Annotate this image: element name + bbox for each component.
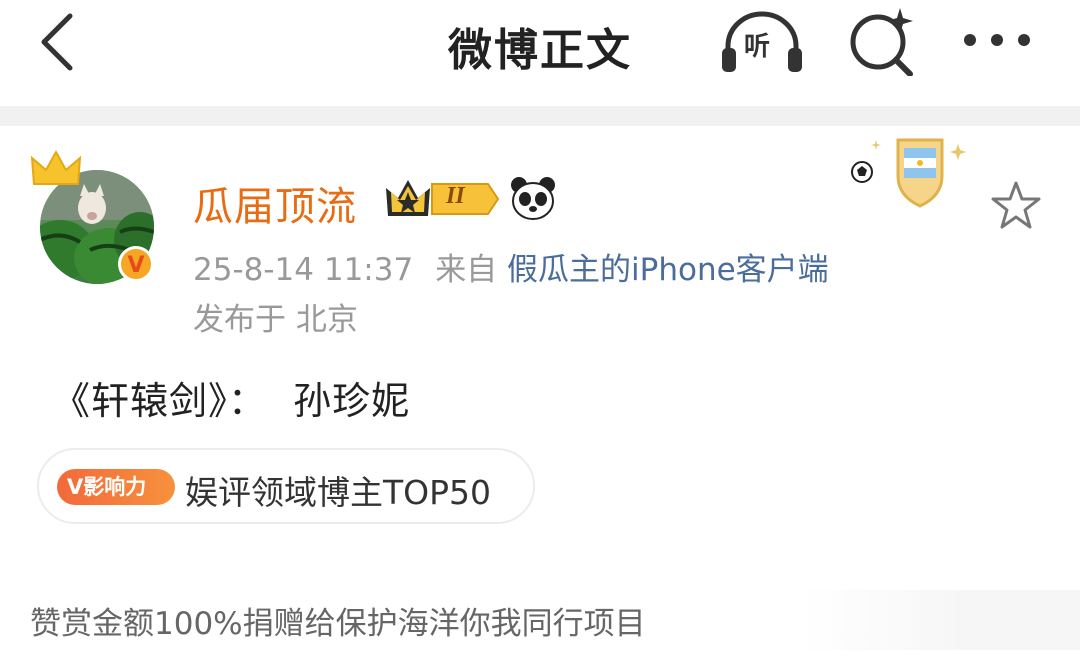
client-link[interactable]: 假瓜主的iPhone客户端 — [507, 252, 829, 288]
avatar-container[interactable]: V — [30, 148, 160, 288]
influence-badge: V影响力 — [57, 469, 175, 505]
verified-badge-icon: V — [118, 246, 154, 282]
post-content: 《轩辕剑》： 孙珍妮 — [52, 379, 411, 423]
section-divider — [0, 106, 1080, 126]
influence-tag[interactable]: V影响力 娱评领域博主TOP50 — [37, 448, 535, 524]
more-button[interactable] — [962, 22, 1032, 58]
username[interactable]: 瓜届顶流 — [193, 174, 357, 232]
influence-tag-text: 娱评领域博主TOP50 — [185, 473, 492, 512]
vip-crown-icon — [386, 180, 500, 216]
listen-label: 听 — [744, 32, 771, 62]
search-sparkle-icon — [850, 8, 913, 77]
post-meta: 25-8-14 11:37 来自 假瓜主的iPhone客户端 — [193, 244, 829, 289]
page-title: 微博正文 — [448, 25, 632, 76]
crown-icon — [30, 149, 82, 185]
star-outline-icon — [991, 181, 1041, 229]
vip-level-label: II — [446, 183, 465, 209]
reward-description: 赞赏金额100%捐赠给保护海洋你我同行项目 — [30, 606, 646, 642]
reward-fade-overlay — [800, 590, 1080, 650]
listen-button[interactable]: 听 — [720, 8, 804, 74]
top-nav-bar: 微博正文 听 — [0, 0, 1080, 106]
more-dots-icon — [964, 34, 1030, 46]
search-button[interactable] — [848, 6, 916, 77]
vip-level-badge[interactable]: II — [384, 178, 500, 220]
panda-icon[interactable] — [510, 176, 556, 220]
from-label: 来自 — [435, 252, 498, 288]
post-location: 发布于 北京 — [193, 302, 358, 338]
post-time: 25-8-14 11:37 — [193, 252, 414, 288]
argentina-football-badge[interactable] — [846, 134, 970, 214]
football-shield-icon — [851, 138, 966, 208]
favorite-button[interactable] — [990, 180, 1042, 232]
